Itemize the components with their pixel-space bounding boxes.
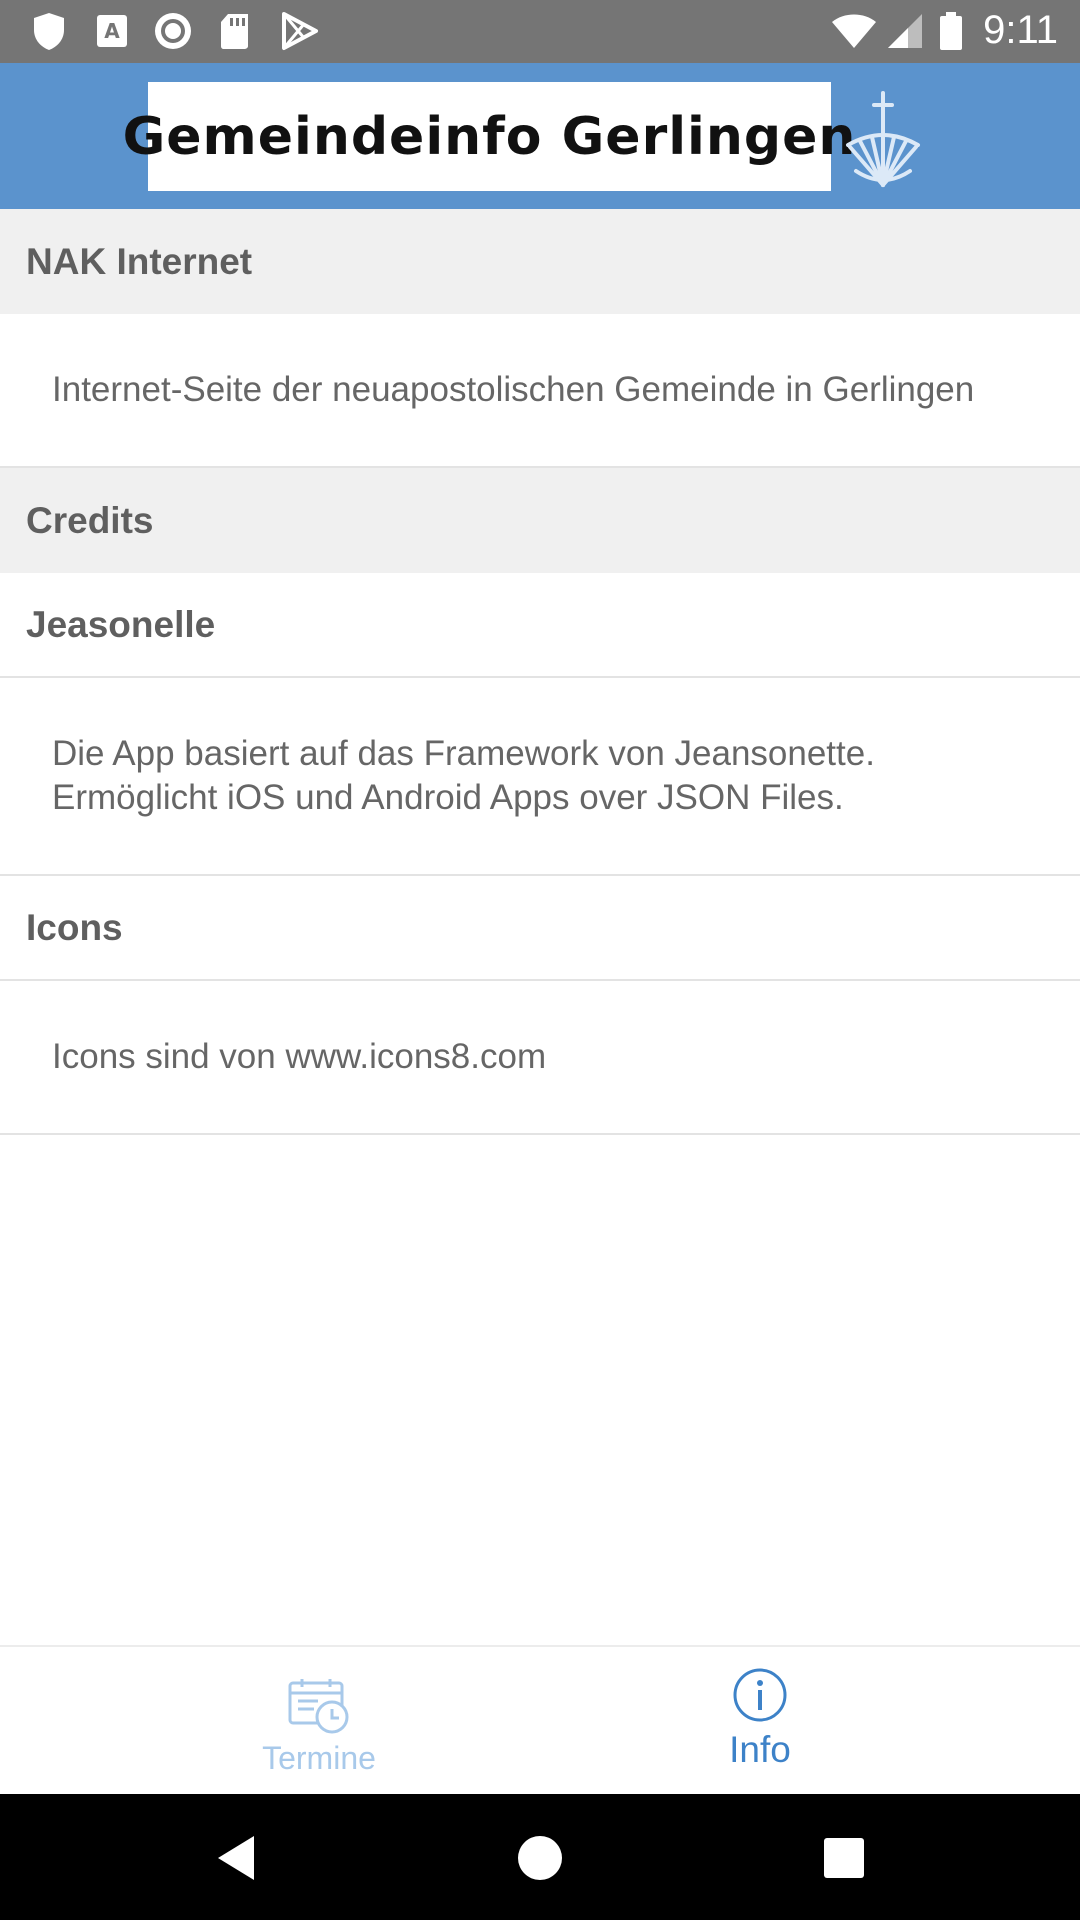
status-time: 9:11 — [983, 8, 1058, 52]
status-bar: A 9:11 — [0, 0, 1080, 63]
play-store-icon — [282, 12, 318, 50]
list-item-text: Die App basiert auf das Framework von Je… — [52, 734, 875, 817]
bottom-tab-bar: Termine Info — [0, 1645, 1080, 1796]
system-nav-bar — [0, 1794, 1080, 1920]
subheader-icons: Icons — [0, 876, 1080, 981]
subheader-jeasonelle: Jeasonelle — [0, 573, 1080, 678]
calendar-clock-icon — [288, 1679, 349, 1734]
header-banner: Gemeindeinfo Gerlingen — [123, 82, 855, 191]
section-header-nak-internet: NAK Internet — [0, 209, 1080, 314]
list-item-text: Internet-Seite der neuapostolischen Geme… — [52, 370, 975, 409]
info-icon — [733, 1668, 787, 1722]
wifi-icon — [832, 14, 876, 48]
section-header-credits: Credits — [0, 468, 1080, 573]
sd-card-icon — [221, 14, 248, 49]
app-header: Gemeindeinfo Gerlingen — [0, 63, 1080, 209]
tab-label: Info — [729, 1729, 791, 1770]
home-icon[interactable] — [512, 1830, 568, 1886]
font-download-icon: A — [97, 15, 127, 47]
tab-info[interactable]: Info — [540, 1647, 1080, 1796]
info-list: NAK Internet Internet-Seite der neuapost… — [0, 209, 1080, 1135]
list-item-jeasonelle[interactable]: Die App basiert auf das Framework von Je… — [0, 678, 1080, 876]
list-item-nak-internet[interactable]: Internet-Seite der neuapostolischen Geme… — [0, 314, 1080, 468]
subheader-title: Icons — [26, 906, 123, 948]
signal-icon — [888, 14, 922, 48]
back-icon[interactable] — [210, 1830, 266, 1886]
recents-icon[interactable] — [816, 1830, 872, 1886]
record-icon — [155, 13, 191, 49]
list-item-text: Icons sind von www.icons8.com — [52, 1037, 547, 1076]
subheader-title: Jeasonelle — [26, 603, 216, 645]
shield-icon — [34, 13, 64, 50]
section-title: NAK Internet — [26, 240, 253, 282]
church-logo-icon — [846, 91, 920, 187]
svg-text:A: A — [104, 19, 120, 43]
app-title: Gemeindeinfo Gerlingen — [122, 106, 857, 167]
battery-icon — [940, 12, 962, 50]
list-item-icons[interactable]: Icons sind von www.icons8.com — [0, 981, 1080, 1135]
section-title: Credits — [26, 499, 154, 541]
tab-termine[interactable]: Termine — [0, 1647, 540, 1796]
